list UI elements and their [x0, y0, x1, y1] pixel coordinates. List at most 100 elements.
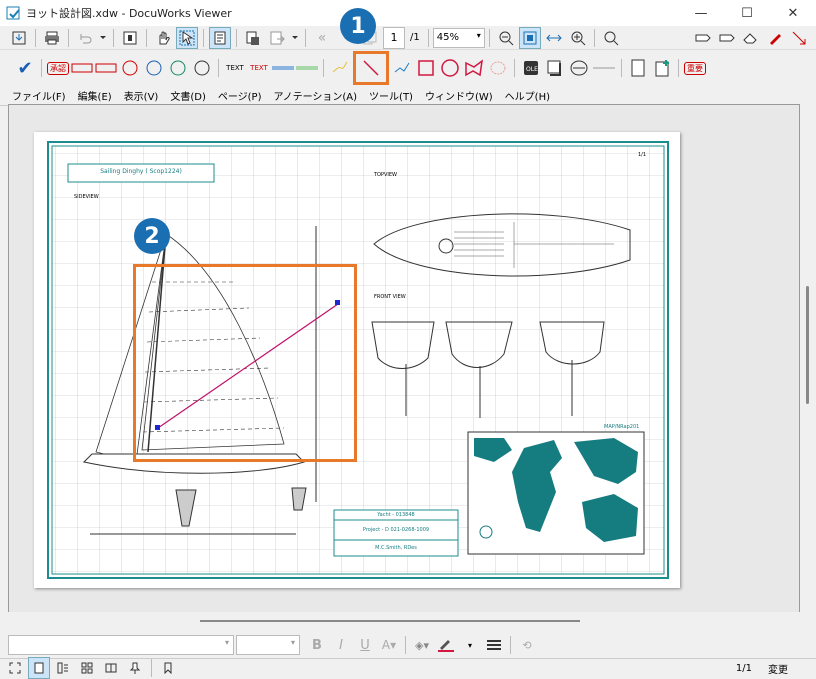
menu-page[interactable]: ページ(P): [218, 88, 262, 103]
font-name-select[interactable]: ▾: [8, 635, 234, 655]
shadow-box-icon[interactable]: [544, 57, 566, 79]
eraser-icon[interactable]: [740, 27, 762, 49]
stamp-date-icon[interactable]: [71, 57, 93, 79]
round-rect-icon[interactable]: [487, 57, 509, 79]
close-button[interactable]: ✕: [770, 0, 816, 26]
titleblock-line-2: Project - D 021-0268-1009: [362, 527, 430, 533]
chevron-down-icon[interactable]: ▾: [459, 634, 481, 656]
highlight-box: [133, 264, 357, 462]
pin-icon[interactable]: [124, 657, 146, 679]
hand-tool-icon[interactable]: [152, 27, 174, 49]
stamp-approve[interactable]: 承認: [47, 57, 69, 79]
stamp-round-blue-icon[interactable]: [143, 57, 165, 79]
attach-stamp-icon[interactable]: [568, 57, 590, 79]
font-size-select[interactable]: ▾: [236, 635, 300, 655]
chevron-down-icon[interactable]: [290, 27, 300, 49]
menu-edit[interactable]: 編集(E): [78, 88, 112, 103]
divider-line-icon[interactable]: [592, 57, 616, 79]
drawing-title: Sailing Dinghy ( Scop1224): [100, 168, 182, 175]
titleblock-line-3: M.C.Smith, RDes: [375, 545, 417, 551]
ellipse-tool-icon[interactable]: [439, 57, 461, 79]
clip-icon[interactable]: [242, 27, 264, 49]
marker-green-icon[interactable]: [296, 57, 318, 79]
zoom-out-icon[interactable]: [495, 27, 517, 49]
page-number-input[interactable]: 1: [383, 26, 405, 49]
text-tool[interactable]: TEXT: [224, 57, 246, 79]
chevron-down-icon: ▾: [290, 638, 295, 647]
line-color-icon[interactable]: [435, 634, 457, 656]
print-icon[interactable]: [41, 27, 63, 49]
maximize-button[interactable]: ☐: [724, 0, 770, 26]
annotation-toolbar: ✔ 承認 TEXT TEXT OLE 重要: [0, 50, 816, 86]
top-view-label: TOPVIEW: [374, 172, 398, 178]
arrow-icon[interactable]: [788, 27, 810, 49]
tag-alt-icon[interactable]: [716, 27, 738, 49]
horizontal-scroll-thumb[interactable]: [200, 620, 580, 622]
status-mode: 変更: [768, 664, 788, 676]
chevron-down-icon[interactable]: [98, 27, 108, 49]
app-icon: [6, 6, 20, 20]
freehand-icon[interactable]: [329, 57, 351, 79]
fit-width-icon[interactable]: [543, 27, 565, 49]
status-bar: 1/1 変更: [0, 657, 816, 679]
polyline-icon[interactable]: [391, 57, 413, 79]
menu-tools[interactable]: ツール(T): [369, 88, 413, 103]
first-page-icon[interactable]: «: [311, 27, 333, 49]
fullscreen-icon[interactable]: [4, 657, 26, 679]
stamp-important[interactable]: 重要: [684, 57, 706, 79]
rectangle-tool-icon[interactable]: [415, 57, 437, 79]
stamp-round-black-icon[interactable]: [191, 57, 213, 79]
pen-icon[interactable]: [764, 27, 786, 49]
menu-document[interactable]: 文書(D): [170, 88, 206, 103]
continuous-view-icon[interactable]: [28, 657, 50, 679]
minimize-button[interactable]: —: [678, 0, 724, 26]
save-icon[interactable]: [8, 27, 30, 49]
two-page-icon[interactable]: [100, 657, 122, 679]
fill-color-icon[interactable]: ◈▾: [411, 634, 433, 656]
underline-icon[interactable]: U: [354, 634, 376, 656]
stamp-name-icon[interactable]: [95, 57, 117, 79]
front-view-label: FRONT VIEW: [374, 294, 406, 300]
select-tool-icon[interactable]: [176, 26, 198, 49]
bold-icon[interactable]: B: [306, 634, 328, 656]
undo-icon[interactable]: [74, 27, 96, 49]
document-page[interactable]: Sailing Dinghy ( Scop1224) SIDEVIEW TOPV…: [34, 132, 680, 588]
callout-badge-2: 2: [134, 218, 170, 254]
zoom-select[interactable]: 45% ▾: [432, 27, 485, 48]
menu-bar: ファイル(F) 編集(E) 表示(V) 文書(D) ページ(P) アノテーション…: [0, 86, 816, 106]
page-total: /1: [410, 32, 420, 43]
menu-file[interactable]: ファイル(F): [12, 88, 66, 103]
menu-window[interactable]: ウィンドウ(W): [425, 88, 493, 103]
thumbnail-grid-icon[interactable]: [76, 657, 98, 679]
insert-page-icon[interactable]: [651, 57, 673, 79]
stamp-round-green-icon[interactable]: [167, 57, 189, 79]
annotation-toggle-icon[interactable]: [209, 26, 231, 49]
vertical-scroll-thumb[interactable]: [806, 286, 809, 404]
menu-annotation[interactable]: アノテーション(A): [274, 88, 358, 103]
thumbnail-list-icon[interactable]: [52, 657, 74, 679]
fit-page-icon[interactable]: [518, 26, 541, 49]
page-number-label: 1/1: [638, 152, 647, 158]
text-tool-red[interactable]: TEXT: [248, 57, 270, 79]
ole-icon[interactable]: OLE: [520, 57, 542, 79]
marker-blue-icon[interactable]: [272, 57, 294, 79]
callout-badge-1: 1: [340, 8, 376, 44]
menu-help[interactable]: ヘルプ(H): [505, 88, 550, 103]
send-icon[interactable]: [266, 27, 288, 49]
italic-icon[interactable]: I: [330, 634, 352, 656]
font-color-icon[interactable]: A▾: [378, 634, 400, 656]
rotate-icon[interactable]: ⟲: [516, 634, 538, 656]
map-label: MAP/NRap201: [604, 424, 640, 430]
bookmark-icon[interactable]: [157, 657, 179, 679]
line-tool-icon[interactable]: [353, 51, 389, 85]
polygon-tool-icon[interactable]: [463, 57, 485, 79]
menu-view[interactable]: 表示(V): [124, 88, 159, 103]
tag-icon[interactable]: [692, 27, 714, 49]
single-page-icon[interactable]: [119, 27, 141, 49]
check-icon[interactable]: ✔: [14, 57, 36, 79]
line-style-icon[interactable]: [483, 634, 505, 656]
stamp-round-icon[interactable]: [119, 57, 141, 79]
search-icon[interactable]: [600, 27, 622, 49]
zoom-in-icon[interactable]: [567, 27, 589, 49]
blank-page-icon[interactable]: [627, 57, 649, 79]
